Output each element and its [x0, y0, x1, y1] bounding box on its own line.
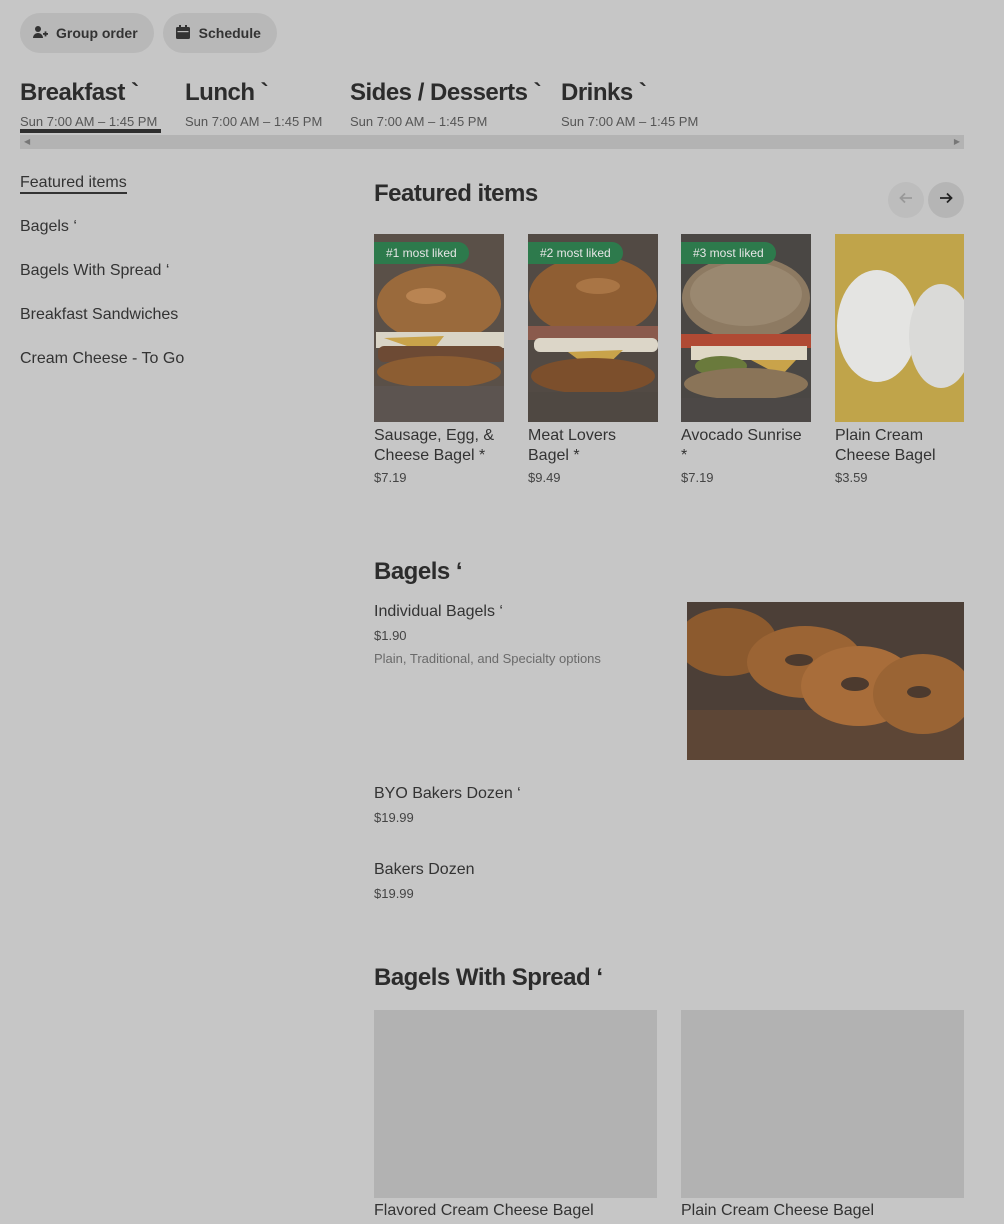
most-liked-badge: #1 most liked — [374, 242, 469, 264]
menu-hours: Sun 7:00 AM – 1:45 PM — [350, 114, 488, 129]
sidebar-item-label: Cream Cheese - To Go — [20, 350, 185, 367]
featured-item-card[interactable]: #2 most liked Meat Lovers Bagel * $9.49 — [528, 234, 658, 485]
item-photo-placeholder[interactable] — [681, 1010, 964, 1198]
item-price: $7.19 — [681, 470, 714, 485]
item-name[interactable]: Flavored Cream Cheese Bagel — [374, 1202, 594, 1220]
menu-name: Drinks ` — [561, 79, 647, 106]
item-name: Sausage, Egg, & Cheese Bagel * — [374, 427, 495, 464]
sidebar-item-label: Breakfast Sandwiches — [20, 306, 179, 323]
carousel-prev-button[interactable] — [888, 182, 924, 218]
featured-item-card[interactable]: Plain Cream Cheese Bagel $3.59 — [835, 234, 964, 485]
schedule-label: Schedule — [198, 25, 261, 41]
bagels-with-spread-title: Bagels With Spread ‘ — [374, 964, 603, 991]
tab-lunch[interactable]: Lunch ` Sun 7:00 AM – 1:45 PM — [185, 78, 322, 129]
menu-hours: Sun 7:00 AM – 1:45 PM — [185, 114, 323, 129]
item-photo: #1 most liked — [374, 234, 504, 422]
item-photo — [835, 234, 964, 422]
item-price: $7.19 — [374, 470, 407, 485]
group-order-label: Group order — [56, 25, 138, 41]
item-photo: #3 most liked — [681, 234, 811, 422]
featured-title: Featured items — [374, 180, 538, 207]
menu-item-individual-bagels[interactable]: Individual Bagels ‘ $1.90 Plain, Traditi… — [374, 602, 674, 666]
calendar-icon — [175, 24, 191, 43]
item-price: $1.90 — [374, 628, 407, 643]
menu-name: Breakfast ` — [20, 79, 139, 106]
item-name: Bakers Dozen — [374, 861, 475, 878]
menu-name: Sides / Desserts ` — [350, 79, 542, 106]
menu-tabs: Breakfast ` Sun 7:00 AM – 1:45 PM Lunch … — [20, 78, 964, 150]
sidebar-item-label: Bagels ‘ — [20, 218, 77, 235]
item-description: Plain, Traditional, and Specialty option… — [374, 651, 601, 666]
tab-drinks[interactable]: Drinks ` Sun 7:00 AM – 1:45 PM — [561, 78, 698, 129]
horizontal-scrollbar[interactable]: ◀ ▶ — [20, 135, 964, 149]
item-price: $19.99 — [374, 886, 414, 901]
sidebar-item-bagels[interactable]: Bagels ‘ — [20, 216, 340, 260]
menu-item-bakers-dozen[interactable]: Bakers Dozen $19.99 — [374, 860, 674, 901]
group-order-button[interactable]: Group order — [20, 13, 154, 53]
bagels-section: Bagels ‘ Individual Bagels ‘ $1.90 Plain… — [374, 558, 964, 901]
carousel-nav — [888, 182, 964, 218]
featured-item-card[interactable]: #1 most liked Sausage, Egg, & Cheese Bag… — [374, 234, 504, 485]
bagels-title: Bagels ‘ — [374, 558, 463, 585]
item-name: Avocado Sunrise * — [681, 427, 802, 464]
most-liked-badge: #2 most liked — [528, 242, 623, 264]
scroll-left-icon[interactable]: ◀ — [24, 138, 30, 146]
item-photo-placeholder[interactable] — [374, 1010, 657, 1198]
carousel-next-button[interactable] — [928, 182, 964, 218]
tab-breakfast[interactable]: Breakfast ` Sun 7:00 AM – 1:45 PM — [20, 78, 161, 133]
most-liked-badge: #3 most liked — [681, 242, 776, 264]
bagels-with-spread-section: Bagels With Spread ‘ Flavored Cream Chee… — [374, 964, 964, 1219]
item-name: Plain Cream Cheese Bagel — [835, 427, 936, 464]
arrow-right-icon — [938, 190, 954, 211]
item-name: Meat Lovers Bagel * — [528, 427, 617, 464]
sidebar-item-cream-cheese[interactable]: Cream Cheese - To Go — [20, 348, 340, 392]
featured-item-card[interactable]: #3 most liked Avocado Sunrise * $7.19 — [681, 234, 811, 485]
featured-carousel: #1 most liked Sausage, Egg, & Cheese Bag… — [374, 234, 964, 504]
schedule-button[interactable]: Schedule — [162, 13, 277, 53]
scroll-right-icon[interactable]: ▶ — [954, 138, 960, 146]
arrow-left-icon — [898, 190, 914, 211]
sidebar-item-label: Featured items — [20, 174, 127, 194]
item-price: $3.59 — [835, 470, 868, 485]
menu-item-byo-bakers-dozen[interactable]: BYO Bakers Dozen ‘ $19.99 — [374, 784, 674, 825]
menu-name: Lunch ` — [185, 79, 269, 106]
item-price: $19.99 — [374, 810, 414, 825]
menu-hours: Sun 7:00 AM – 1:45 PM — [20, 114, 158, 129]
menu-hours: Sun 7:00 AM – 1:45 PM — [561, 114, 699, 129]
item-price: $9.49 — [528, 470, 561, 485]
sidebar-item-breakfast-sandwiches[interactable]: Breakfast Sandwiches — [20, 304, 340, 348]
active-tab-indicator — [20, 129, 161, 133]
person-add-icon — [32, 24, 48, 43]
order-actions: Group order Schedule — [20, 13, 277, 53]
sidebar-item-featured[interactable]: Featured items — [20, 172, 340, 216]
item-photo: #2 most liked — [528, 234, 658, 422]
sidebar-item-bagels-with-spread[interactable]: Bagels With Spread ‘ — [20, 260, 340, 304]
item-name: BYO Bakers Dozen ‘ — [374, 785, 521, 802]
sidebar-item-label: Bagels With Spread ‘ — [20, 262, 170, 279]
item-name: Individual Bagels ‘ — [374, 603, 503, 620]
item-name[interactable]: Plain Cream Cheese Bagel — [681, 1202, 874, 1220]
item-photo[interactable] — [687, 602, 964, 760]
tab-sides-desserts[interactable]: Sides / Desserts ` Sun 7:00 AM – 1:45 PM — [350, 78, 542, 129]
category-sidebar: Featured items Bagels ‘ Bagels With Spre… — [20, 172, 340, 392]
menu-content: Featured items #1 most liked Sausage, Eg… — [374, 180, 964, 1219]
